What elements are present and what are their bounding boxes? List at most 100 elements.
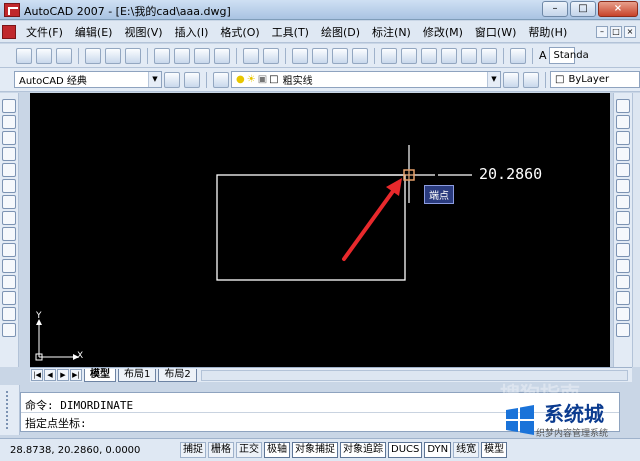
workspace-save-icon[interactable] xyxy=(184,71,200,88)
coordinate-readout[interactable]: 28.8738, 20.2860, 0.0000 xyxy=(10,445,170,456)
redo-icon[interactable] xyxy=(263,47,279,64)
calculator-icon[interactable] xyxy=(481,47,497,64)
menu-modify[interactable]: 修改(M) xyxy=(417,24,469,40)
revision-cloud-icon[interactable] xyxy=(2,211,16,225)
vertical-scrollbar[interactable] xyxy=(632,93,640,367)
maximize-button[interactable]: □ xyxy=(570,1,596,17)
print-icon[interactable] xyxy=(85,47,101,64)
status-dyn-toggle[interactable]: DYN xyxy=(424,442,452,458)
color-select[interactable]: □ ByLayer xyxy=(550,71,640,88)
zoom-window-icon[interactable] xyxy=(332,47,348,64)
sheet-set-icon[interactable] xyxy=(441,47,457,64)
pan-icon[interactable] xyxy=(292,47,308,64)
status-model-toggle[interactable]: 模型 xyxy=(481,442,508,458)
menu-help[interactable]: 帮助(H) xyxy=(522,24,573,40)
cut-icon[interactable] xyxy=(154,47,170,64)
construction-line-icon[interactable] xyxy=(2,115,16,129)
print-preview-icon[interactable] xyxy=(105,47,121,64)
layer-manager-icon[interactable] xyxy=(213,71,229,88)
join-icon[interactable] xyxy=(616,291,630,305)
save-icon[interactable] xyxy=(56,47,72,64)
point-icon[interactable] xyxy=(2,307,16,321)
array-icon[interactable] xyxy=(616,163,630,177)
next-tab-button[interactable]: ▶ xyxy=(57,369,69,381)
menu-insert[interactable]: 插入(I) xyxy=(169,24,215,40)
copy-icon[interactable] xyxy=(174,47,190,64)
chamfer-icon[interactable] xyxy=(616,307,630,321)
command-window-grip[interactable] xyxy=(0,385,20,435)
zoom-previous-icon[interactable] xyxy=(352,47,368,64)
scale-icon[interactable] xyxy=(616,211,630,225)
layer-select[interactable]: ● ☀ ▣ □ 粗实线 ▼ xyxy=(231,71,501,88)
open-file-icon[interactable] xyxy=(36,47,52,64)
close-button[interactable]: × xyxy=(598,1,638,17)
design-center-icon[interactable] xyxy=(401,47,417,64)
markup-icon[interactable] xyxy=(461,47,477,64)
minimize-button[interactable]: – xyxy=(542,1,568,17)
hatch-icon[interactable] xyxy=(2,323,16,337)
ellipse-icon[interactable] xyxy=(2,243,16,257)
rotate-icon[interactable] xyxy=(616,195,630,209)
status-snap-toggle[interactable]: 捕捉 xyxy=(180,442,206,458)
menu-file[interactable]: 文件(F) xyxy=(20,24,69,40)
menu-window[interactable]: 窗口(W) xyxy=(469,24,522,40)
arc-icon[interactable] xyxy=(2,179,16,193)
make-block-icon[interactable] xyxy=(2,291,16,305)
menu-view[interactable]: 视图(V) xyxy=(118,24,168,40)
doc-minimize-button[interactable]: – xyxy=(596,25,608,38)
tab-model[interactable]: 模型 xyxy=(84,368,116,382)
status-lineweight-toggle[interactable]: 线宽 xyxy=(453,442,480,458)
insert-block-icon[interactable] xyxy=(2,275,16,289)
stretch-icon[interactable] xyxy=(616,227,630,241)
menu-format[interactable]: 格式(O) xyxy=(214,24,265,40)
new-file-icon[interactable] xyxy=(16,47,32,64)
last-tab-button[interactable]: ▶| xyxy=(70,369,82,381)
doc-close-button[interactable]: × xyxy=(624,25,636,38)
status-osnap-toggle[interactable]: 对象捕捉 xyxy=(292,442,338,458)
help-icon[interactable] xyxy=(510,47,526,64)
rectangle-icon[interactable] xyxy=(2,163,16,177)
polygon-icon[interactable] xyxy=(2,147,16,161)
tab-layout1[interactable]: 布局1 xyxy=(118,368,157,382)
publish-icon[interactable] xyxy=(125,47,141,64)
menu-draw[interactable]: 绘图(D) xyxy=(315,24,366,40)
ellipse-arc-icon[interactable] xyxy=(2,259,16,273)
menu-tools[interactable]: 工具(T) xyxy=(266,24,315,40)
workspace-settings-icon[interactable] xyxy=(164,71,180,88)
copy-object-icon[interactable] xyxy=(616,115,630,129)
document-icon[interactable] xyxy=(2,24,16,39)
drawing-area[interactable]: 20.2860 端点 Y X xyxy=(30,93,610,367)
break-icon[interactable] xyxy=(616,275,630,289)
move-icon[interactable] xyxy=(616,179,630,193)
spline-icon[interactable] xyxy=(2,227,16,241)
tab-layout2[interactable]: 布局2 xyxy=(158,368,197,382)
text-style-select[interactable]: Standa xyxy=(548,47,589,64)
polyline-icon[interactable] xyxy=(2,131,16,145)
match-properties-icon[interactable] xyxy=(214,47,230,64)
trim-icon[interactable] xyxy=(616,243,630,257)
first-tab-button[interactable]: |◀ xyxy=(31,369,43,381)
tool-palettes-icon[interactable] xyxy=(421,47,437,64)
mirror-icon[interactable] xyxy=(616,131,630,145)
workspace-select[interactable]: AutoCAD 经典 ▼ xyxy=(14,71,162,88)
menu-edit[interactable]: 编辑(E) xyxy=(69,24,119,40)
undo-icon[interactable] xyxy=(243,47,259,64)
status-grid-toggle[interactable]: 栅格 xyxy=(208,442,234,458)
layer-previous-icon[interactable] xyxy=(523,71,539,88)
menu-dimension[interactable]: 标注(N) xyxy=(366,24,417,40)
extend-icon[interactable] xyxy=(616,259,630,273)
status-ducs-toggle[interactable]: DUCS xyxy=(388,442,423,458)
circle-icon[interactable] xyxy=(2,195,16,209)
line-icon[interactable] xyxy=(2,99,16,113)
properties-icon[interactable] xyxy=(381,47,397,64)
status-otrack-toggle[interactable]: 对象追踪 xyxy=(340,442,386,458)
prev-tab-button[interactable]: ◀ xyxy=(44,369,56,381)
erase-icon[interactable] xyxy=(616,99,630,113)
status-polar-toggle[interactable]: 极轴 xyxy=(264,442,290,458)
paste-icon[interactable] xyxy=(194,47,210,64)
make-current-layer-icon[interactable] xyxy=(503,71,519,88)
command-prompt[interactable]: 指定点坐标: xyxy=(25,415,87,431)
zoom-realtime-icon[interactable] xyxy=(312,47,328,64)
fillet-icon[interactable] xyxy=(616,323,630,337)
offset-icon[interactable] xyxy=(616,147,630,161)
